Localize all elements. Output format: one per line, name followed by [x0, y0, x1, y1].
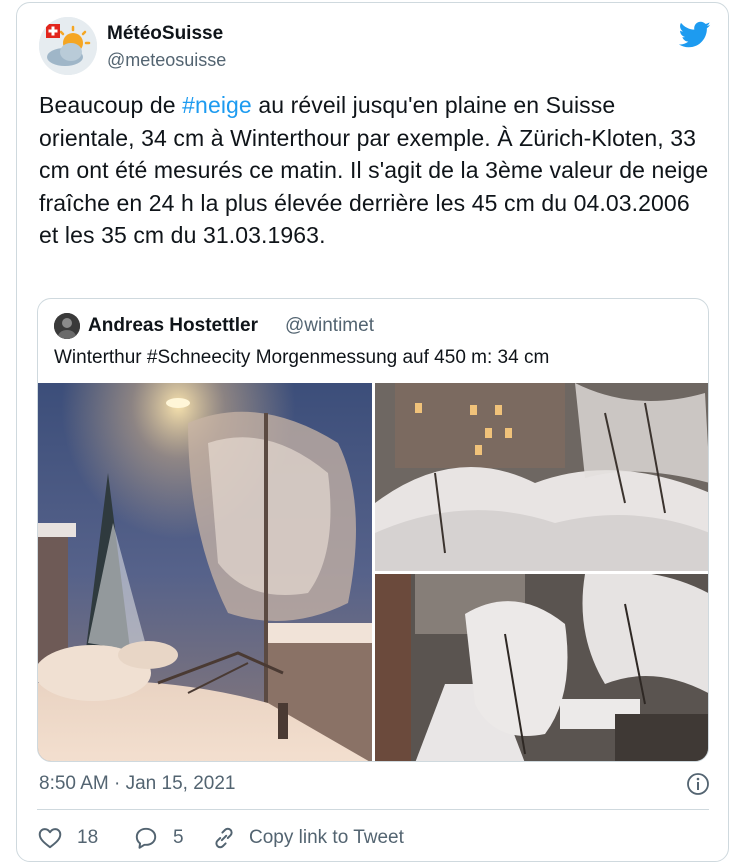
tweet-text: Beaucoup de #neige au réveil jusqu'en pl… [39, 89, 709, 252]
photo-snowy-garden[interactable] [375, 383, 708, 571]
quoted-tweet-text: Winterthur #Schneecity Morgenmessung auf… [54, 347, 550, 368]
divider [37, 809, 709, 810]
reply-button[interactable]: 5 [133, 825, 184, 851]
copy-link-button[interactable]: Copy link to Tweet [211, 825, 404, 851]
photo-snowy-street[interactable] [38, 383, 372, 761]
author-handle[interactable]: @meteosuisse [107, 50, 226, 71]
meteosuisse-logo [39, 17, 97, 75]
twitter-bird-icon[interactable] [679, 21, 711, 49]
photo-snowy-yard[interactable] [375, 574, 708, 761]
quoted-tweet[interactable]: Andreas Hostettler @wintimet Winterthur … [37, 298, 709, 762]
quoted-author-avatar[interactable] [54, 313, 80, 339]
like-button[interactable]: 18 [37, 825, 98, 851]
reply-bubble-icon [135, 827, 157, 849]
author-avatar[interactable] [39, 17, 97, 75]
hashtag-link[interactable]: #neige [182, 92, 252, 118]
copy-link-label: Copy link to Tweet [249, 827, 404, 848]
quoted-author-handle[interactable]: @wintimet [285, 315, 374, 337]
like-count: 18 [77, 827, 99, 848]
info-icon[interactable] [686, 772, 710, 796]
person-silhouette-icon [54, 313, 80, 339]
heart-icon [38, 828, 62, 849]
reply-count: 5 [173, 827, 184, 848]
tweet-timestamp[interactable]: 8:50 AM · Jan 15, 2021 [39, 773, 235, 795]
quoted-author-name[interactable]: Andreas Hostettler [88, 315, 258, 337]
link-icon [215, 827, 233, 849]
author-name[interactable]: MétéoSuisse [107, 23, 223, 45]
tweet-card: MétéoSuisse @meteosuisse Beaucoup de #ne… [16, 2, 729, 862]
tweet-text-before: Beaucoup de [39, 92, 183, 118]
